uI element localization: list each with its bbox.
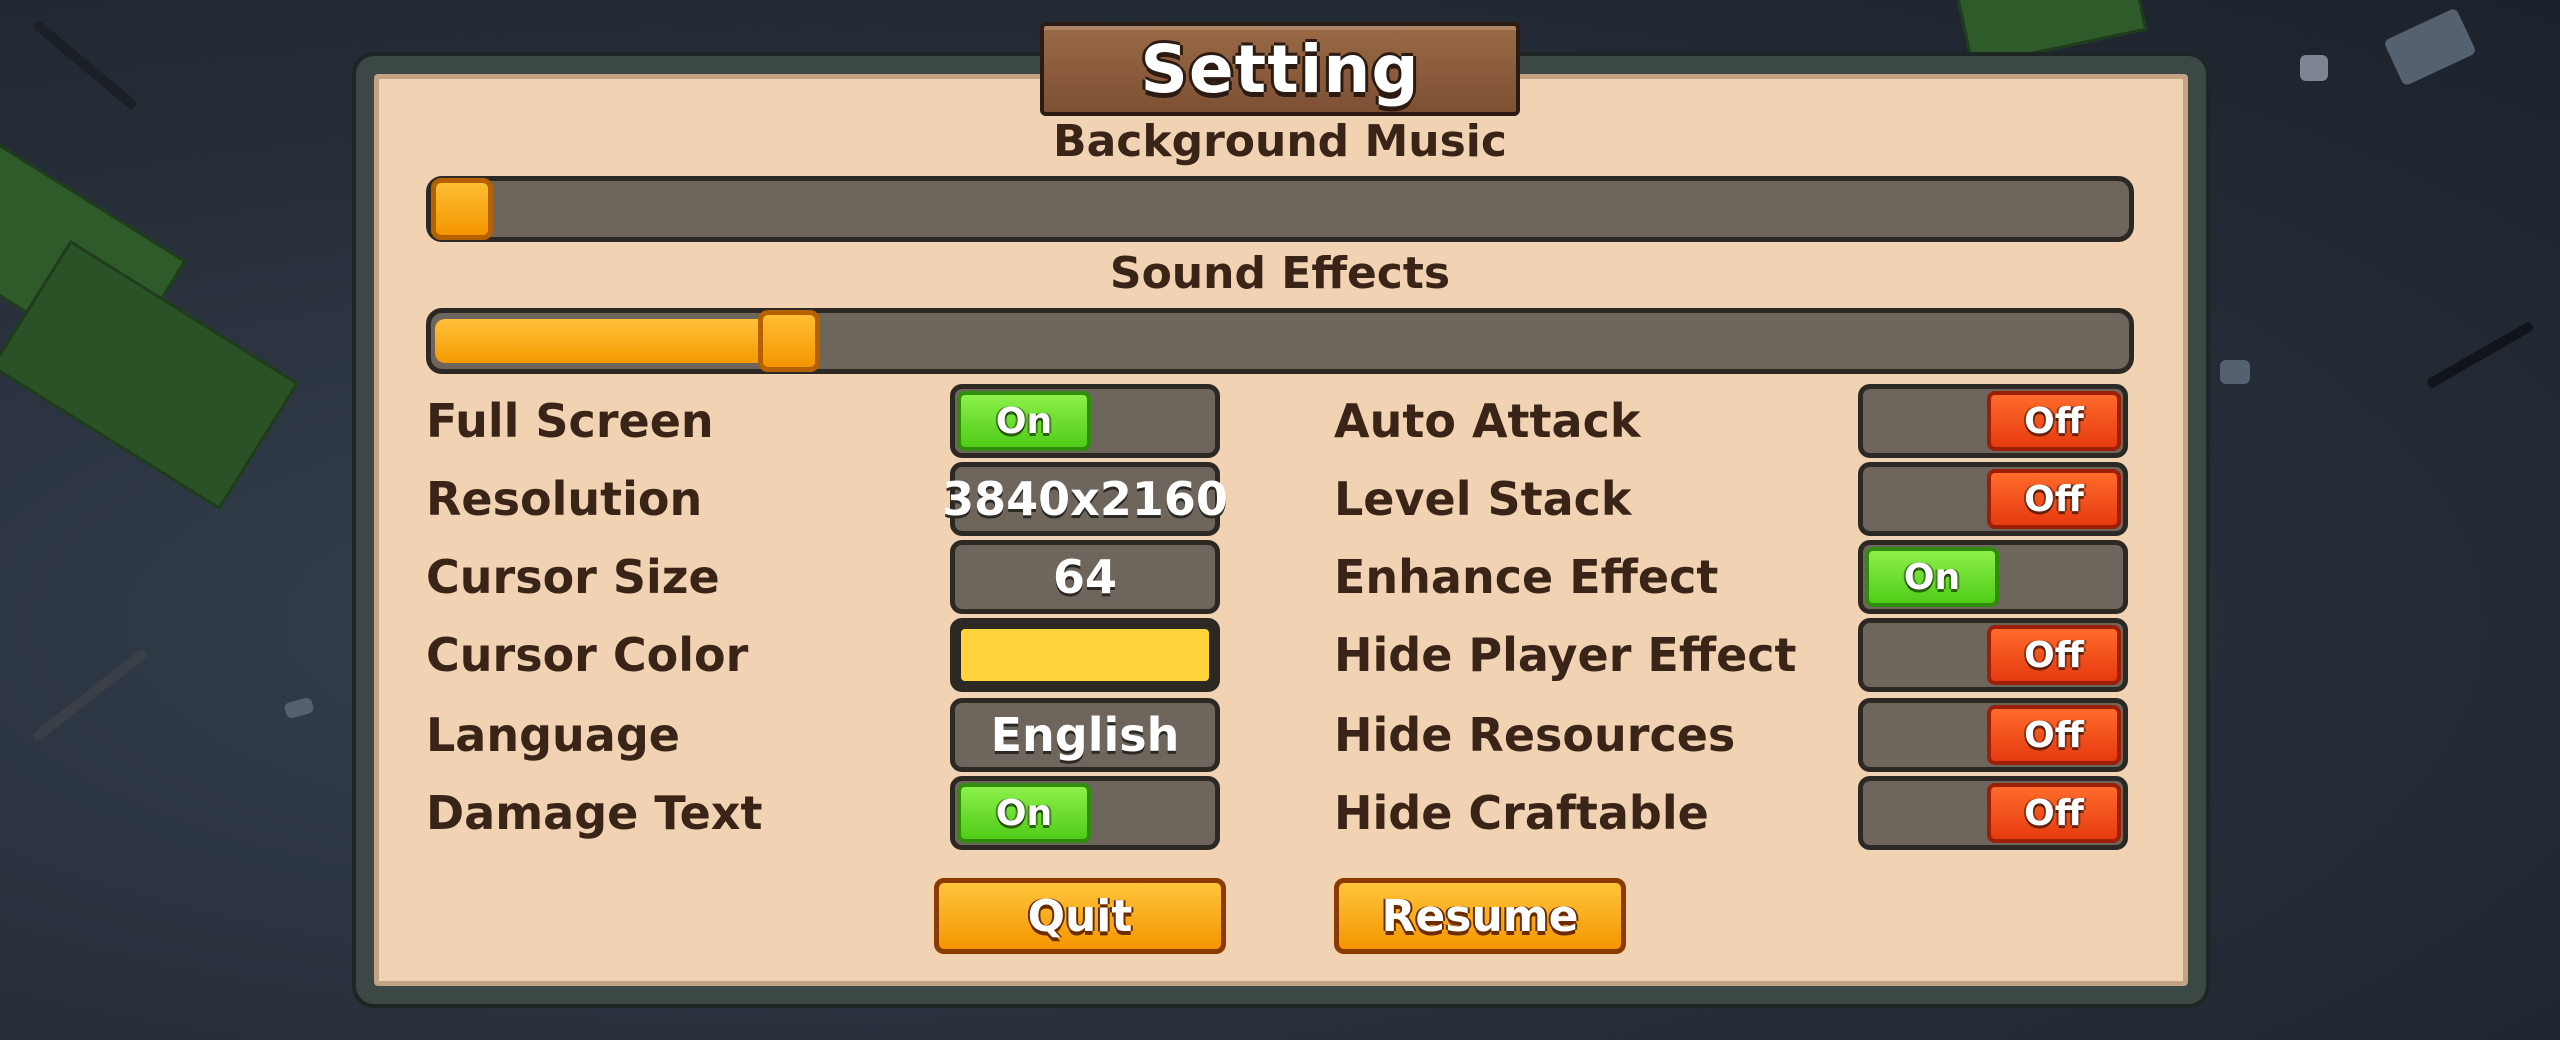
full-screen-toggle-state: On — [957, 391, 1091, 451]
sound-effects-fill — [435, 319, 793, 363]
full-screen-toggle[interactable]: On — [950, 384, 1220, 458]
auto-attack-toggle-state: Off — [1987, 391, 2121, 451]
damage-text-toggle-state: On — [957, 783, 1091, 843]
level-stack-toggle-state: Off — [1987, 469, 2121, 529]
background-music-slider[interactable] — [426, 176, 2134, 242]
language-label: Language — [426, 708, 680, 762]
rock-decoration — [2383, 7, 2477, 87]
resume-button[interactable]: Resume — [1334, 878, 1626, 954]
background-music-knob[interactable] — [431, 178, 493, 240]
rock-decoration — [2300, 55, 2328, 81]
level-stack-toggle[interactable]: Off — [1858, 462, 2128, 536]
enhance-effect-label: Enhance Effect — [1334, 550, 1719, 604]
hide-resources-toggle[interactable]: Off — [1858, 698, 2128, 772]
hide-resources-label: Hide Resources — [1334, 708, 1736, 762]
damage-text-label: Damage Text — [426, 786, 763, 840]
sound-effects-label: Sound Effects — [1109, 248, 1451, 299]
enhance-effect-toggle[interactable]: On — [1858, 540, 2128, 614]
resolution-label: Resolution — [426, 472, 703, 526]
full-screen-label: Full Screen — [426, 394, 714, 448]
sound-effects-knob[interactable] — [758, 310, 820, 372]
rock-decoration — [2220, 360, 2250, 384]
background-music-label: Background Music — [1053, 116, 1507, 167]
title-plate: Setting — [1040, 22, 1520, 116]
branch-decoration — [31, 19, 139, 111]
hide-craftable-label: Hide Craftable — [1334, 786, 1709, 840]
quit-button[interactable]: Quit — [934, 878, 1226, 954]
branch-decoration — [31, 647, 149, 743]
level-stack-label: Level Stack — [1334, 472, 1632, 526]
page-title: Setting — [1140, 30, 1420, 108]
auto-attack-toggle[interactable]: Off — [1858, 384, 2128, 458]
cursor-size-selector[interactable]: 64 — [950, 540, 1220, 614]
auto-attack-label: Auto Attack — [1334, 394, 1641, 448]
hide-player-effect-toggle[interactable]: Off — [1858, 618, 2128, 692]
resolution-selector[interactable]: 3840x2160 — [942, 462, 1228, 536]
language-selector[interactable]: English — [950, 698, 1220, 772]
cursor-color-label: Cursor Color — [426, 628, 749, 682]
cursor-size-label: Cursor Size — [426, 550, 720, 604]
cursor-color-picker[interactable] — [950, 618, 1220, 692]
hide-craftable-toggle[interactable]: Off — [1858, 776, 2128, 850]
hide-player-effect-label: Hide Player Effect — [1334, 628, 1797, 682]
enhance-effect-toggle-state: On — [1865, 547, 1999, 607]
cursor-color-swatch — [961, 629, 1209, 681]
rock-decoration — [283, 696, 315, 720]
hide-player-effect-toggle-state: Off — [1987, 625, 2121, 685]
sound-effects-slider[interactable] — [426, 308, 2134, 374]
hide-craftable-toggle-state: Off — [1987, 783, 2121, 843]
branch-decoration — [2425, 320, 2535, 390]
damage-text-toggle[interactable]: On — [950, 776, 1220, 850]
hide-resources-toggle-state: Off — [1987, 705, 2121, 765]
